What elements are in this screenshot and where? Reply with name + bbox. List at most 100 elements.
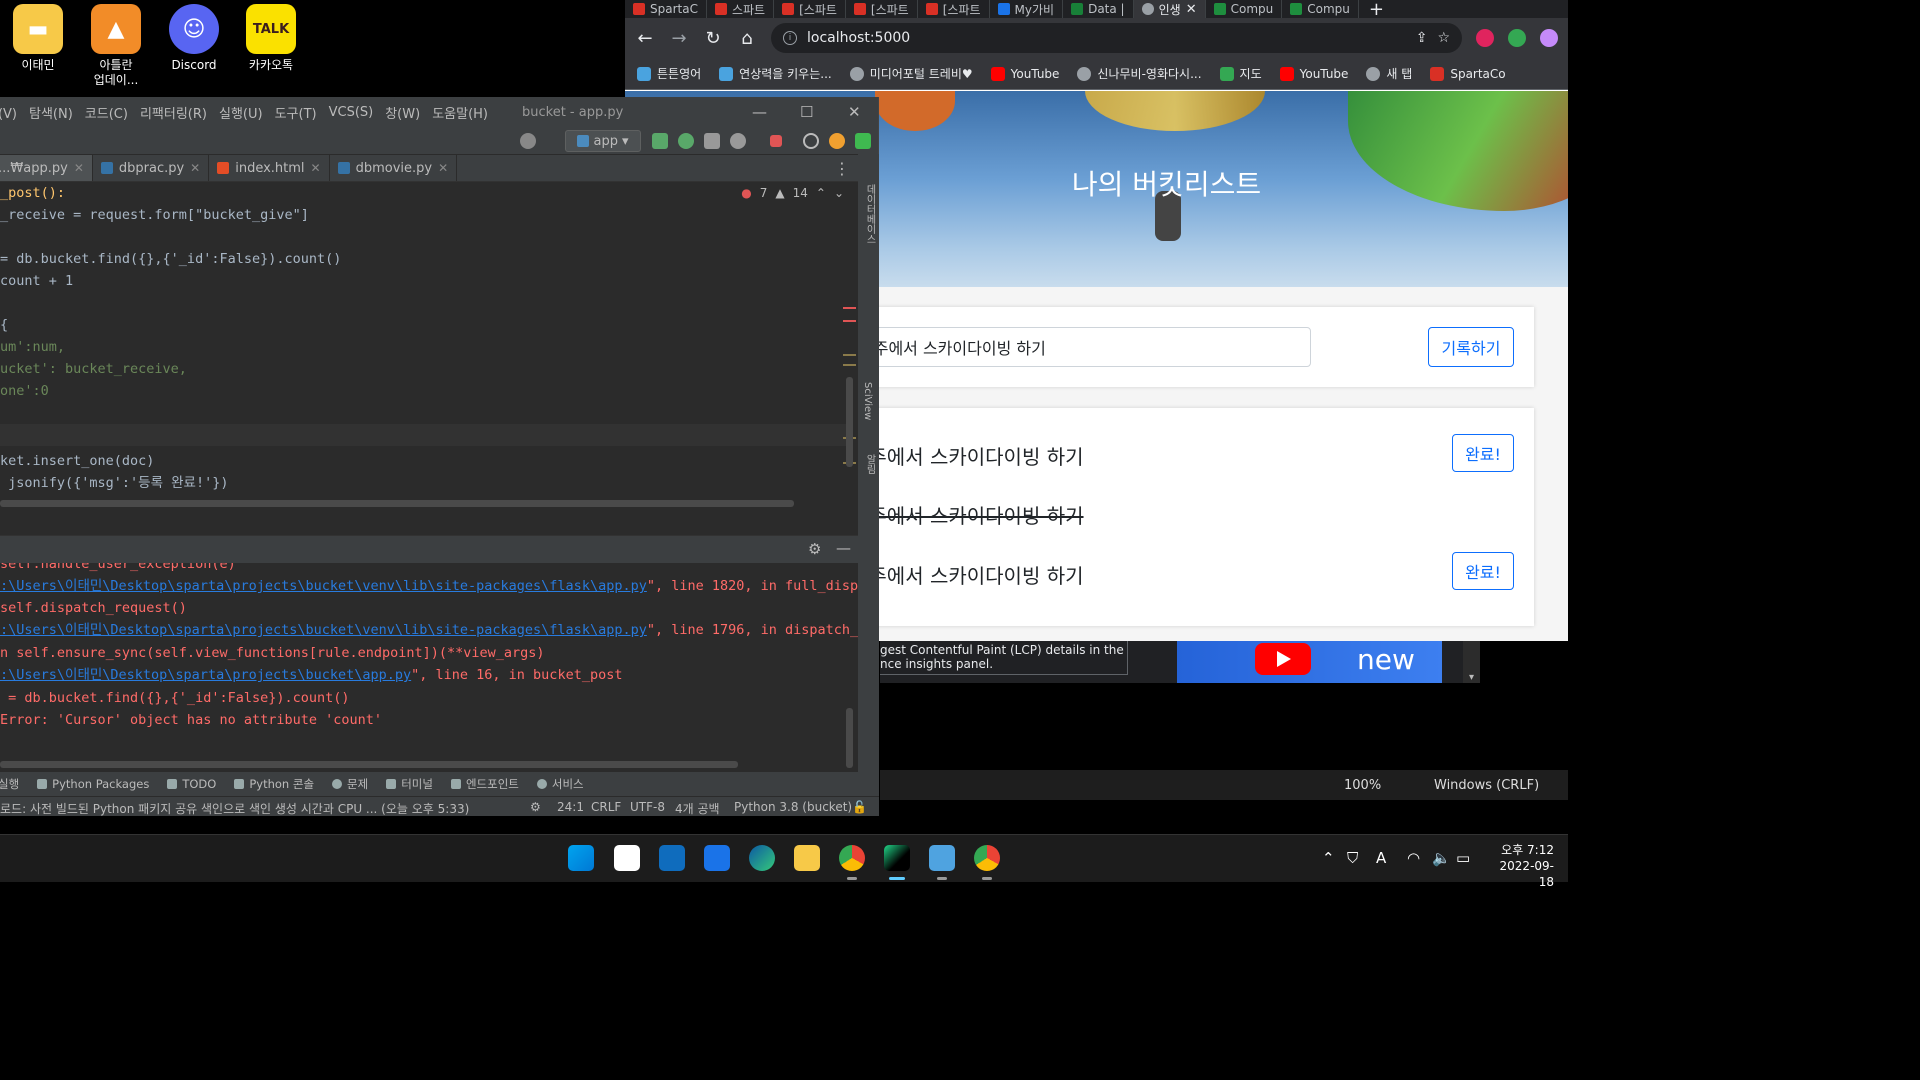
- tool-tab-todo[interactable]: TODO: [167, 777, 216, 791]
- plugin-icon[interactable]: [855, 133, 871, 149]
- chrome-icon[interactable]: [839, 845, 865, 880]
- bookmark-item[interactable]: SpartaCo: [1430, 66, 1506, 81]
- done-button[interactable]: 완료!: [1452, 552, 1514, 590]
- tool-tab-endpoints[interactable]: 엔드포인트: [450, 776, 519, 792]
- bookmark-item[interactable]: 지도: [1219, 65, 1262, 82]
- lock-icon[interactable]: 🔓: [852, 800, 867, 814]
- notepad-icon[interactable]: [929, 845, 955, 880]
- edge-icon[interactable]: [749, 845, 775, 871]
- close-icon[interactable]: ✕: [190, 161, 200, 175]
- user-icon[interactable]: [520, 133, 536, 149]
- zoom-level[interactable]: 100%: [1344, 778, 1381, 793]
- menu-tools[interactable]: 도구(T): [275, 103, 317, 122]
- browser-tab[interactable]: [스파트: [774, 0, 846, 18]
- l-app-icon[interactable]: [704, 845, 730, 871]
- bookmark-item[interactable]: 미디어포털 트레비♥: [849, 65, 973, 82]
- more-tabs-icon[interactable]: ⋮: [834, 159, 850, 178]
- security-shield-icon[interactable]: ⛉: [1347, 849, 1358, 867]
- traceback-link[interactable]: :\Users\이태민\Desktop\sparta\projects\buck…: [0, 622, 647, 638]
- tool-tab-python-console[interactable]: Python 콘솔: [234, 776, 314, 792]
- coverage-icon[interactable]: [704, 133, 720, 149]
- file-explorer-icon[interactable]: [794, 845, 820, 871]
- ime-indicator[interactable]: A: [1376, 849, 1386, 867]
- mail-icon[interactable]: [659, 845, 685, 871]
- warning-stripe[interactable]: [843, 364, 856, 366]
- store-icon[interactable]: [614, 845, 640, 871]
- bookmark-item[interactable]: YouTube: [1279, 66, 1348, 81]
- search-icon[interactable]: [803, 133, 819, 149]
- forward-icon[interactable]: →: [669, 28, 689, 49]
- bookmark-item[interactable]: 새 탭: [1366, 65, 1412, 82]
- shield-extension-icon[interactable]: [1508, 29, 1526, 47]
- editor-tab-index[interactable]: index.html ✕: [209, 155, 330, 181]
- bookmark-item[interactable]: 연상력을 키우는...: [719, 65, 832, 82]
- battery-icon[interactable]: ▭: [1456, 849, 1470, 867]
- pycharm-icon[interactable]: [884, 845, 910, 880]
- browser-tab[interactable]: Compu: [1282, 0, 1359, 18]
- run-config-select[interactable]: app ▾: [565, 130, 641, 152]
- scrollbar[interactable]: [0, 500, 794, 507]
- menu-view[interactable]: 뷰(V): [0, 103, 17, 122]
- address-bar[interactable]: i localhost:5000 ⇪ ☆: [771, 23, 1462, 53]
- database-tool-tab[interactable]: 데이터베이스: [862, 184, 877, 244]
- indent-setting[interactable]: 4개 공백: [675, 800, 720, 816]
- back-icon[interactable]: ←: [635, 28, 655, 49]
- line-separator[interactable]: CRLF: [591, 800, 621, 814]
- menu-run[interactable]: 실행(U): [219, 103, 263, 122]
- traceback-link[interactable]: :\Users\이태민\Desktop\sparta\projects\buck…: [0, 578, 647, 594]
- browser-tab-active[interactable]: 인생 ✕: [1133, 0, 1206, 18]
- browser-tab[interactable]: 스파트: [707, 0, 775, 18]
- done-button[interactable]: 완료!: [1452, 434, 1514, 472]
- bookmark-star-icon[interactable]: ☆: [1437, 30, 1450, 46]
- menu-window[interactable]: 창(W): [385, 103, 420, 122]
- maximize-icon[interactable]: ☐: [800, 103, 813, 121]
- wifi-icon[interactable]: ◠: [1407, 849, 1420, 867]
- menu-help[interactable]: 도움말(H): [432, 103, 488, 122]
- browser-tab[interactable]: Compu: [1206, 0, 1283, 18]
- stop-icon[interactable]: [770, 135, 782, 147]
- chevron-down-icon[interactable]: ⌄: [834, 186, 844, 200]
- browser-tab[interactable]: My가비: [990, 0, 1064, 18]
- tool-tab-run[interactable]: 실행: [0, 776, 19, 792]
- update-icon[interactable]: [829, 133, 845, 149]
- chevron-up-icon[interactable]: ⌃: [816, 186, 826, 200]
- bucket-input[interactable]: 호주에서 스카이다이빙 하기: [850, 327, 1311, 367]
- bookmark-item[interactable]: YouTube: [990, 66, 1059, 81]
- scrollbar[interactable]: [846, 377, 853, 467]
- error-stripe[interactable]: [843, 320, 856, 322]
- code-editor[interactable]: ● 7 ▲ 14 ⌃ ⌄ _post(): _receive = request.f…: [0, 182, 858, 512]
- editor-tab-dbmovie[interactable]: dbmovie.py ✕: [330, 155, 458, 181]
- warning-stripe[interactable]: [843, 354, 856, 356]
- editor-tab-app[interactable]: ...₩app.py ✕: [0, 155, 93, 181]
- browser-tab[interactable]: SpartaC: [625, 0, 707, 18]
- volume-icon[interactable]: 🔈: [1432, 849, 1451, 867]
- close-icon[interactable]: ✕: [311, 161, 321, 175]
- tool-tab-python-packages[interactable]: Python Packages: [37, 777, 149, 791]
- browser-tab[interactable]: [스파트: [846, 0, 918, 18]
- desktop-icon-user[interactable]: ▬ 이태민: [0, 4, 76, 73]
- scrollbar[interactable]: [0, 761, 738, 768]
- minimize-panel-icon[interactable]: —: [836, 539, 851, 557]
- desktop-icon-kakaotalk[interactable]: TALK 카카오톡: [233, 4, 309, 73]
- desktop-icon-discord[interactable]: ☺ Discord: [156, 4, 232, 73]
- chrome-icon[interactable]: [974, 845, 1000, 880]
- close-icon[interactable]: ✕: [848, 103, 861, 121]
- status-message[interactable]: 로드: 사전 빌드된 Python 패키지 공유 색인으로 색인 생성 시간과 …: [0, 800, 469, 816]
- inspection-widget[interactable]: ● 7 ▲ 14 ⌃ ⌄: [741, 186, 844, 200]
- browser-tab[interactable]: [스파트: [918, 0, 990, 18]
- tool-tab-terminal[interactable]: 터미널: [386, 776, 433, 792]
- video-thumbnail[interactable]: new: [1177, 641, 1442, 683]
- minimize-icon[interactable]: —: [752, 103, 767, 121]
- reload-icon[interactable]: ↻: [703, 28, 723, 49]
- close-icon[interactable]: ✕: [74, 161, 84, 175]
- profile-run-icon[interactable]: [730, 133, 746, 149]
- profile-icon[interactable]: [1540, 29, 1558, 47]
- traceback-link[interactable]: :\Users\이태민\Desktop\sparta\projects\buck…: [0, 667, 411, 683]
- chevron-up-icon[interactable]: ⌃: [1322, 849, 1335, 867]
- error-stripe[interactable]: [843, 307, 856, 309]
- run-console[interactable]: self.handle_user_exception(e) :\Users\이태…: [0, 563, 858, 769]
- editor-tab-dbprac[interactable]: dbprac.py ✕: [93, 155, 210, 181]
- close-icon[interactable]: ✕: [1186, 2, 1197, 17]
- tool-tab-services[interactable]: 서비스: [536, 776, 584, 792]
- file-encoding[interactable]: UTF-8: [630, 800, 665, 814]
